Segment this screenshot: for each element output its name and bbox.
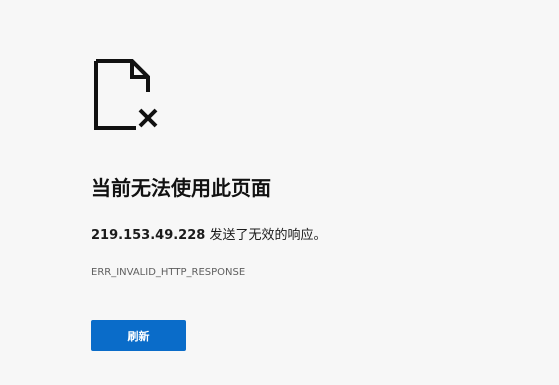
error-page: 当前无法使用此页面 219.153.49.228 发送了无效的响应。 ERR_I… [0,0,559,385]
page-title: 当前无法使用此页面 [91,176,271,200]
error-message: 219.153.49.228 发送了无效的响应。 [91,227,326,245]
error-message-text: 发送了无效的响应。 [205,228,327,243]
host-address: 219.153.49.228 [91,228,206,243]
error-code: ERR_INVALID_HTTP_RESPONSE [91,267,246,278]
refresh-button[interactable]: 刷新 [91,320,186,351]
broken-document-icon [92,58,162,132]
